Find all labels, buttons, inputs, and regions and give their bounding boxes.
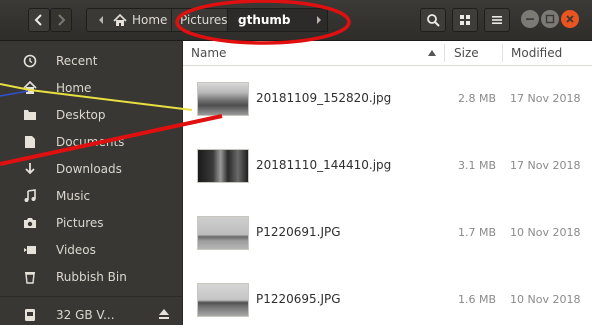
sidebar-item-label: Music [56, 188, 91, 203]
sidebar-item-rubbish-bin[interactable]: Rubbish Bin [0, 263, 182, 290]
file-name: P1220691.JPG [256, 225, 341, 239]
breadcrumb-pictures-label: Pictures [180, 13, 228, 27]
forward-button[interactable] [50, 8, 72, 32]
menu-icon [492, 16, 502, 24]
places-sidebar: Recent Home Desktop Documents Downloads [0, 41, 183, 325]
camera-icon [20, 213, 40, 233]
sidebar-item-label: Pictures [56, 215, 104, 230]
sidebar-item-home[interactable]: Home [0, 74, 182, 101]
column-size[interactable]: Size [454, 46, 479, 60]
file-size: 1.7 MB [458, 226, 497, 239]
table-row[interactable]: 20181109_152820.jpg 2.8 MB 17 Nov 2018 [183, 72, 592, 126]
file-size: 1.6 MB [458, 293, 497, 306]
file-size: 3.1 MB [458, 159, 497, 172]
table-row[interactable]: P1220691.JPG 1.7 MB 10 Nov 2018 [183, 206, 592, 260]
sidebar-item-pictures[interactable]: Pictures [0, 209, 182, 236]
breadcrumb-home-label: Home [132, 13, 168, 27]
column-separator [502, 44, 503, 62]
header-bar: Home Pictures gthumb [0, 0, 592, 41]
sidebar-item-documents[interactable]: Documents [0, 128, 182, 155]
forward-icon [58, 14, 66, 26]
search-button[interactable] [420, 8, 446, 32]
file-modified: 10 Nov 2018 [510, 293, 581, 306]
maximize-icon [545, 14, 555, 24]
view-options-button[interactable] [452, 8, 478, 32]
file-modified: 17 Nov 2018 [510, 159, 581, 172]
sidebar-item-label: Videos [56, 242, 96, 257]
column-header: Name Size Modified [183, 41, 592, 66]
back-icon [34, 14, 42, 26]
sidebar-item-label: Rubbish Bin [56, 269, 127, 284]
file-manager-window: Home Pictures gthumb Recent Home Desktop… [0, 0, 592, 325]
breadcrumb-prev-icon [99, 16, 103, 24]
thumbnail [197, 82, 249, 116]
thumbnail [197, 149, 249, 183]
video-icon [20, 240, 40, 260]
column-modified[interactable]: Modified [511, 46, 562, 60]
breadcrumb-next[interactable] [308, 8, 330, 32]
breadcrumb-gthumb-label: gthumb [238, 13, 291, 27]
sidebar-item-label: Documents [56, 134, 125, 149]
folder-icon [20, 105, 40, 125]
sidebar-item-downloads[interactable]: Downloads [0, 155, 182, 182]
sidebar-item-label: Recent [56, 53, 98, 68]
breadcrumb-home[interactable]: Home [86, 8, 172, 32]
thumbnail [197, 283, 249, 317]
download-icon [20, 159, 40, 179]
sidebar-item-music[interactable]: Music [0, 182, 182, 209]
column-name[interactable]: Name [191, 46, 226, 60]
sort-ascending-icon[interactable] [428, 44, 436, 57]
music-icon [20, 186, 40, 206]
file-size: 2.8 MB [458, 92, 497, 105]
clock-icon [20, 51, 40, 71]
file-modified: 10 Nov 2018 [510, 226, 581, 239]
search-icon [427, 14, 440, 27]
menu-button[interactable] [484, 8, 510, 32]
home-icon [20, 78, 40, 98]
column-separator [444, 44, 445, 62]
home-icon [113, 13, 127, 26]
file-name: 20181110_144410.jpg [256, 158, 392, 172]
view-options-icon [460, 15, 470, 25]
eject-icon[interactable] [158, 308, 170, 323]
sidebar-item-desktop[interactable]: Desktop [0, 101, 182, 128]
sidebar-item-drive[interactable]: 32 GB V... [0, 301, 182, 325]
sidebar-item-label: Home [56, 80, 92, 95]
table-row[interactable]: 20181110_144410.jpg 3.1 MB 17 Nov 2018 [183, 139, 592, 193]
trash-icon [20, 267, 40, 287]
drive-icon [20, 305, 40, 325]
sidebar-item-videos[interactable]: Videos [0, 236, 182, 263]
sidebar-separator [0, 296, 182, 297]
breadcrumb-next-icon [317, 16, 321, 24]
table-row[interactable]: P1220695.JPG 1.6 MB 10 Nov 2018 [183, 273, 592, 325]
file-list: Name Size Modified 20181109_152820.jpg 2… [183, 41, 592, 325]
document-icon [20, 132, 40, 152]
file-name: 20181109_152820.jpg [256, 91, 392, 105]
file-name: P1220695.JPG [256, 292, 341, 306]
minimize-button[interactable] [521, 10, 539, 28]
close-button[interactable] [561, 10, 579, 28]
maximize-button[interactable] [541, 10, 559, 28]
thumbnail [197, 216, 249, 250]
minimize-icon [526, 18, 534, 20]
sidebar-item-recent[interactable]: Recent [0, 47, 182, 74]
sidebar-item-label: Desktop [56, 107, 106, 122]
breadcrumb-pictures[interactable]: Pictures [172, 8, 228, 32]
sidebar-item-label: Downloads [56, 161, 122, 176]
file-modified: 17 Nov 2018 [510, 92, 581, 105]
back-button[interactable] [28, 8, 50, 32]
sidebar-item-label: 32 GB V... [56, 307, 115, 322]
close-icon [566, 15, 574, 23]
